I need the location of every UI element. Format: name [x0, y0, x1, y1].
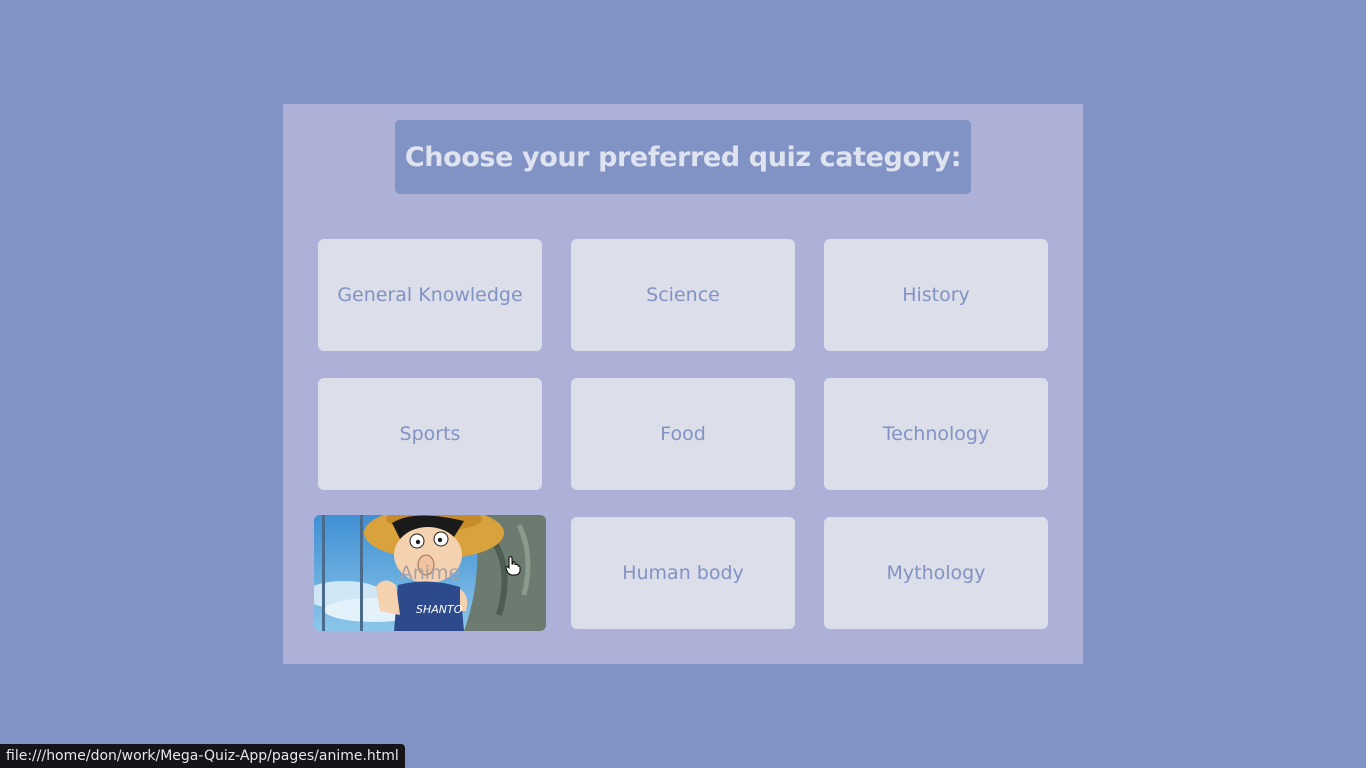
category-label: History [902, 284, 970, 306]
category-science-button[interactable]: Science [571, 239, 795, 351]
category-human-body-button[interactable]: Human body [571, 517, 795, 629]
page-title: Choose your preferred quiz category: [395, 120, 971, 194]
status-bar-url: file:///home/don/work/Mega-Quiz-App/page… [0, 744, 405, 768]
category-label: Science [646, 284, 720, 306]
category-label: Mythology [886, 562, 986, 584]
svg-text:SHANTO: SHANTO [416, 603, 463, 616]
category-mythology-button[interactable]: Mythology [824, 517, 1048, 629]
category-general-knowledge-button[interactable]: General Knowledge [318, 239, 542, 351]
category-food-button[interactable]: Food [571, 378, 795, 490]
category-technology-button[interactable]: Technology [824, 378, 1048, 490]
category-panel: Choose your preferred quiz category: Gen… [283, 104, 1083, 664]
category-label: Human body [622, 562, 744, 584]
category-label: Food [660, 423, 706, 445]
hand-pointer-icon [505, 556, 521, 576]
category-label: Technology [882, 423, 990, 445]
category-sports-button[interactable]: Sports [318, 378, 542, 490]
category-label: General Knowledge [337, 284, 523, 306]
category-label: Sports [399, 423, 461, 445]
category-history-button[interactable]: History [824, 239, 1048, 351]
category-label: Anime [399, 562, 461, 584]
